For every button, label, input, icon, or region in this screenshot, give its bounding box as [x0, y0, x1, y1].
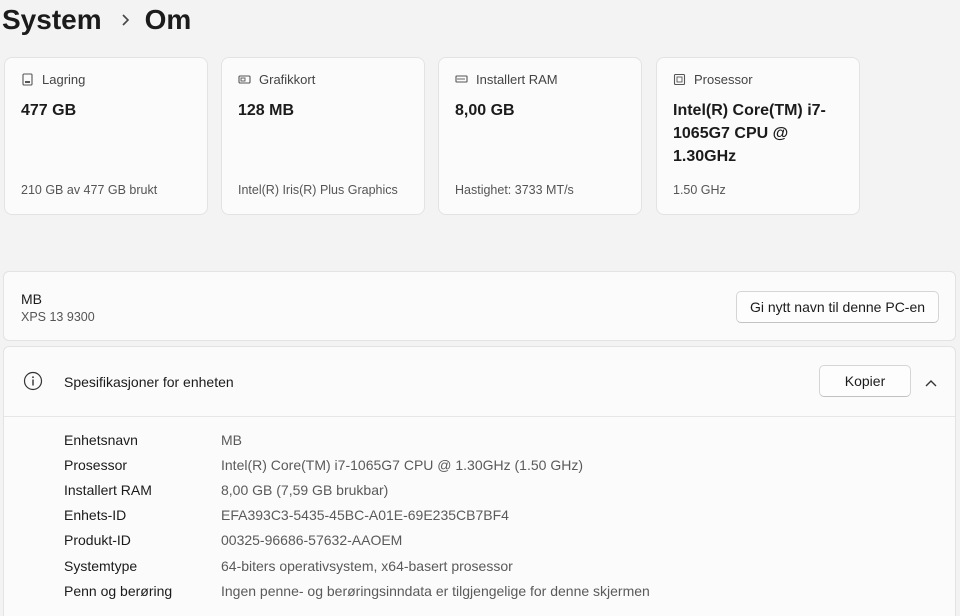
card-header: Prosessor — [673, 72, 753, 87]
chevron-up-icon[interactable] — [924, 375, 938, 387]
card-label: Lagring — [42, 72, 86, 87]
spec-value: Ingen penne- og berøringsinndata er tilg… — [221, 582, 650, 599]
breadcrumb-parent[interactable]: System — [2, 4, 102, 36]
spec-value: EFA393C3-5435-45BC-A01E-69E235CB7BF4 — [221, 507, 509, 524]
card-value: 8,00 GB — [455, 102, 515, 119]
spec-key: Produkt-ID — [64, 532, 131, 549]
processor-icon — [673, 73, 686, 86]
spec-row: Installert RAM 8,00 GB (7,59 GB brukbar) — [64, 477, 650, 502]
graphics-card-icon — [238, 73, 251, 86]
card-detail: 1.50 GHz — [673, 183, 726, 197]
breadcrumb: System Om — [2, 2, 191, 38]
device-name-panel: MB XPS 13 9300 Gi nytt navn til denne PC… — [3, 271, 956, 341]
spec-row: Enhets-ID EFA393C3-5435-45BC-A01E-69E235… — [64, 503, 650, 528]
ram-icon — [455, 73, 468, 86]
spec-row: Prosessor Intel(R) Core(TM) i7-1065G7 CP… — [64, 452, 650, 477]
spec-row: Penn og berøring Ingen penne- og berørin… — [64, 578, 650, 603]
card-header: Grafikkort — [238, 72, 315, 87]
spec-key: Enhets-ID — [64, 507, 127, 524]
card-detail: Hastighet: 3733 MT/s — [455, 183, 574, 197]
device-model: XPS 13 9300 — [21, 310, 95, 324]
card-value: 477 GB — [21, 102, 77, 119]
spec-value: Intel(R) Core(TM) i7-1065G7 CPU @ 1.30GH… — [221, 456, 583, 473]
spec-key: Penn og berøring — [64, 582, 173, 599]
processor-card[interactable]: Prosessor Intel(R) Core(TM) i7-1065G7 CP… — [656, 57, 860, 215]
storage-card[interactable]: Lagring 477 GB 210 GB av 477 GB brukt — [4, 57, 208, 215]
ram-card[interactable]: Installert RAM 8,00 GB Hastighet: 3733 M… — [438, 57, 642, 215]
spec-value: 00325-96686-57632-AAOEM — [221, 532, 403, 549]
card-header: Installert RAM — [455, 72, 558, 87]
breadcrumb-current: Om — [144, 4, 192, 35]
device-name: MB — [21, 291, 42, 307]
spec-row: Enhetsnavn MB — [64, 427, 650, 452]
graphics-card[interactable]: Grafikkort 128 MB Intel(R) Iris(R) Plus … — [221, 57, 425, 215]
device-specifications-panel: Spesifikasjoner for enheten Kopier Enhet… — [3, 346, 956, 616]
card-header: Lagring — [21, 72, 85, 87]
card-value: Intel(R) Core(TM) i7-1065G7 CPU @ 1.30GH… — [673, 102, 826, 165]
spec-key: Prosessor — [64, 456, 128, 473]
spec-value: 64-biters operativsystem, x64-basert pro… — [221, 557, 513, 574]
spec-key: Enhetsnavn — [64, 431, 138, 448]
specifications-header[interactable]: Spesifikasjoner for enheten Kopier — [4, 347, 955, 417]
storage-icon — [21, 73, 34, 86]
spec-value: MB — [221, 431, 242, 448]
spec-key: Systemtype — [64, 557, 138, 574]
spec-row: Systemtype 64-biters operativsystem, x64… — [64, 553, 650, 578]
card-detail: 210 GB av 477 GB brukt — [21, 183, 158, 197]
card-detail: Intel(R) Iris(R) Plus Graphics — [238, 183, 398, 197]
copy-button[interactable]: Kopier — [819, 365, 911, 397]
specifications-table: Enhetsnavn MB Prosessor Intel(R) Core(TM… — [64, 427, 650, 603]
spec-row: Produkt-ID 00325-96686-57632-AAOEM — [64, 528, 650, 553]
rename-pc-button[interactable]: Gi nytt navn til denne PC-en — [736, 291, 939, 323]
card-label: Prosessor — [694, 72, 753, 87]
chevron-right-icon — [120, 13, 130, 27]
specifications-title: Spesifikasjoner for enheten — [64, 374, 234, 390]
card-label: Grafikkort — [259, 72, 316, 87]
spec-value: 8,00 GB (7,59 GB brukbar) — [221, 481, 389, 498]
info-icon — [23, 371, 43, 391]
card-value: 128 MB — [238, 102, 295, 119]
card-label: Installert RAM — [476, 72, 558, 87]
spec-key: Installert RAM — [64, 481, 152, 498]
